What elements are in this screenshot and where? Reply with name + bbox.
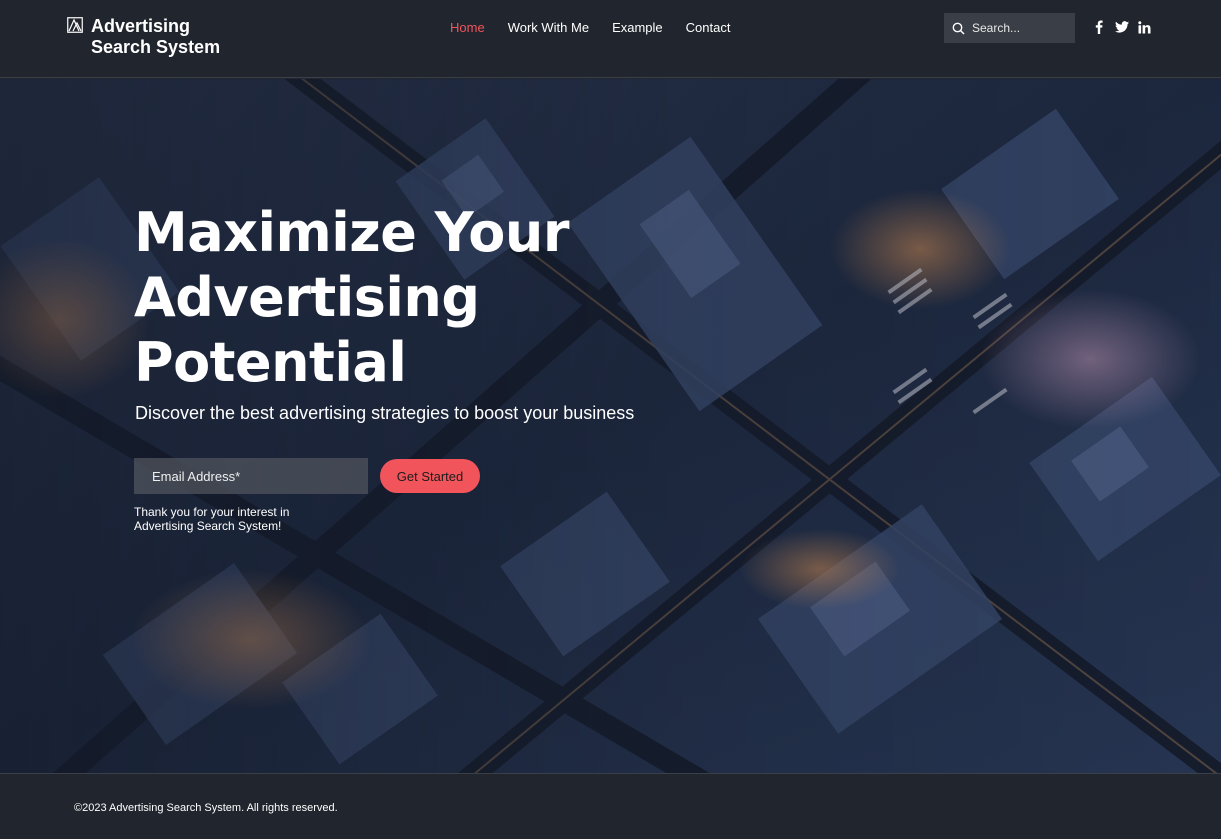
search-icon — [952, 22, 965, 35]
site-footer: ©2023 Advertising Search System. All rig… — [0, 773, 1221, 839]
email-field[interactable] — [134, 458, 368, 494]
site-title-line2: Search System — [91, 37, 221, 57]
site-header: Advertising Search System Home Work With… — [0, 0, 1221, 78]
thank-you-message: Thank you for your interest in Advertisi… — [134, 505, 290, 533]
search-box[interactable] — [944, 13, 1075, 43]
site-logo[interactable]: Advertising Search System — [67, 16, 220, 58]
hero-title: Maximize Your Advertising Potential — [134, 201, 569, 394]
site-title: Advertising Search System — [91, 16, 220, 58]
hero-overlay — [0, 79, 1221, 773]
facebook-icon[interactable] — [1091, 19, 1106, 35]
social-links — [1091, 19, 1152, 35]
hero-section: Maximize Your Advertising Potential Disc… — [0, 79, 1221, 773]
twitter-icon[interactable] — [1114, 19, 1129, 35]
site-title-line1: Advertising — [91, 16, 191, 36]
nav-example[interactable]: Example — [612, 20, 663, 36]
copyright-text: ©2023 Advertising Search System. All rig… — [74, 802, 338, 814]
nav-contact[interactable]: Contact — [686, 20, 731, 36]
get-started-button[interactable]: Get Started — [380, 459, 480, 493]
linkedin-icon[interactable] — [1137, 19, 1152, 35]
search-input[interactable] — [972, 21, 1067, 35]
hero-subtitle: Discover the best advertising strategies… — [135, 403, 635, 423]
main-nav: Home Work With Me Example Contact — [450, 20, 730, 36]
nav-home[interactable]: Home — [450, 20, 485, 36]
triangle-logo-icon — [67, 17, 83, 33]
nav-work-with-me[interactable]: Work With Me — [508, 20, 589, 36]
